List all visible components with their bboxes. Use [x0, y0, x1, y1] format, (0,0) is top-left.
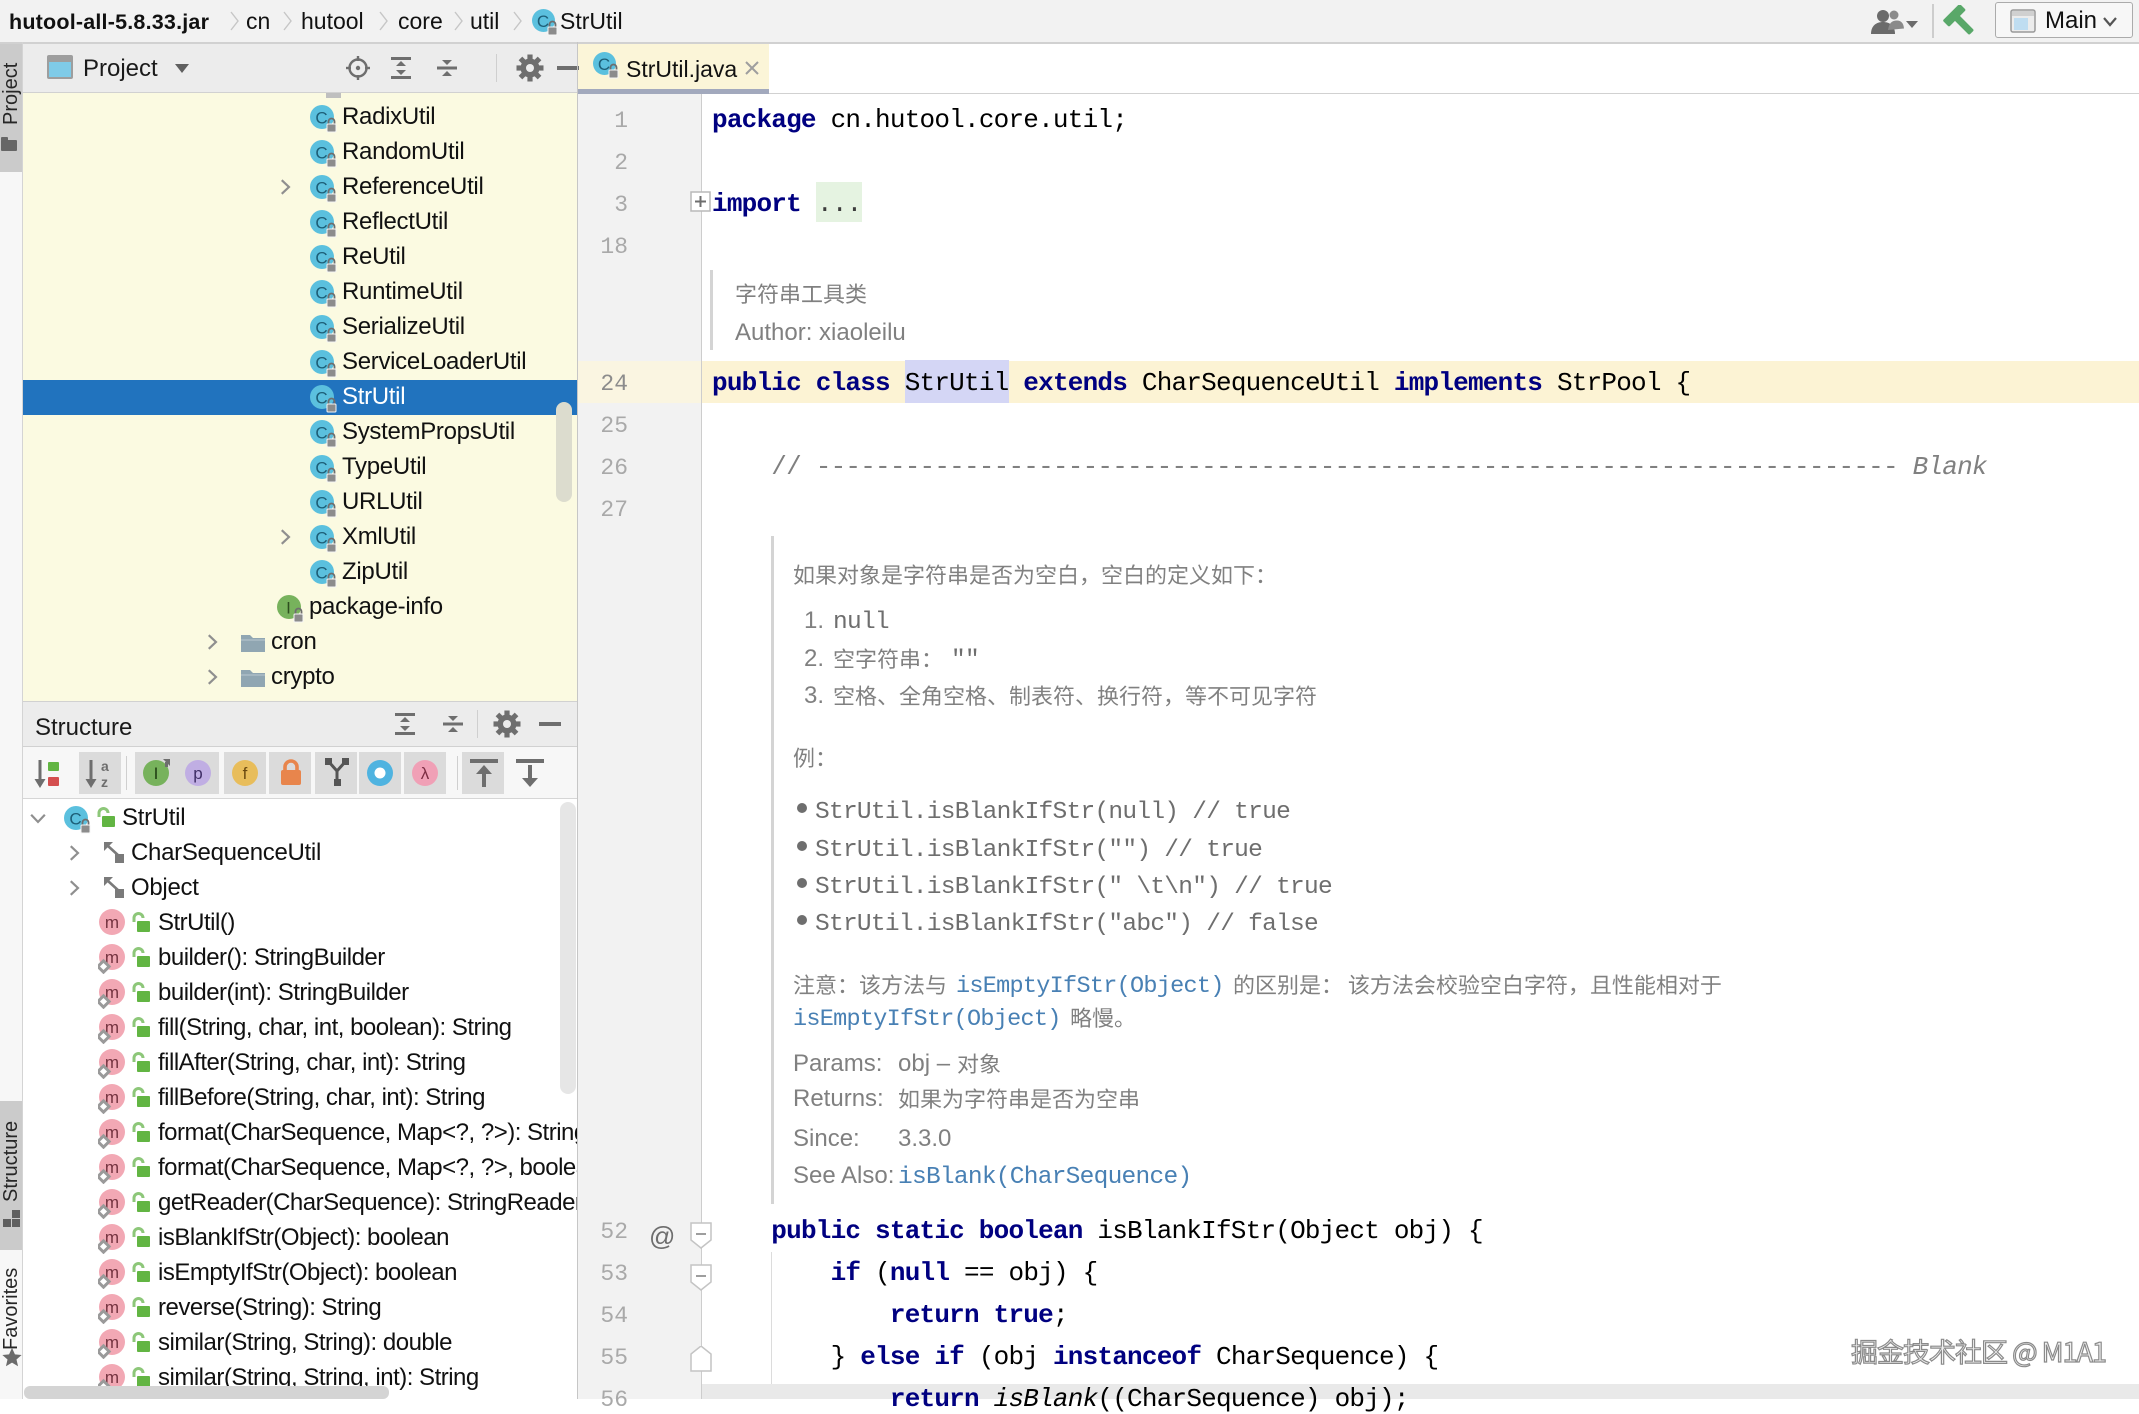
svg-text:C: C	[315, 249, 327, 268]
svg-text:a: a	[101, 758, 109, 774]
svg-text:C: C	[315, 529, 327, 548]
svg-text:C: C	[315, 564, 327, 583]
svg-text:p: p	[193, 764, 202, 783]
svg-text:C: C	[315, 144, 327, 163]
svg-text:C: C	[598, 55, 610, 74]
svg-text:C: C	[315, 389, 327, 408]
svg-text:C: C	[315, 424, 327, 443]
svg-text:C: C	[315, 179, 327, 198]
svg-text:C: C	[315, 109, 327, 128]
svg-text:I: I	[154, 764, 159, 783]
svg-text:C: C	[315, 284, 327, 303]
svg-text:C: C	[315, 214, 327, 233]
svg-text:C: C	[537, 12, 549, 31]
svg-text:C: C	[315, 319, 327, 338]
svg-text:z: z	[101, 774, 108, 790]
svg-text:C: C	[315, 494, 327, 513]
svg-text:C: C	[315, 354, 327, 373]
svg-text:f: f	[243, 764, 248, 783]
svg-text:C: C	[69, 810, 81, 829]
svg-text:I: I	[286, 599, 291, 618]
svg-text:m: m	[105, 913, 119, 932]
svg-text:C: C	[315, 459, 327, 478]
svg-text:λ: λ	[421, 764, 430, 783]
